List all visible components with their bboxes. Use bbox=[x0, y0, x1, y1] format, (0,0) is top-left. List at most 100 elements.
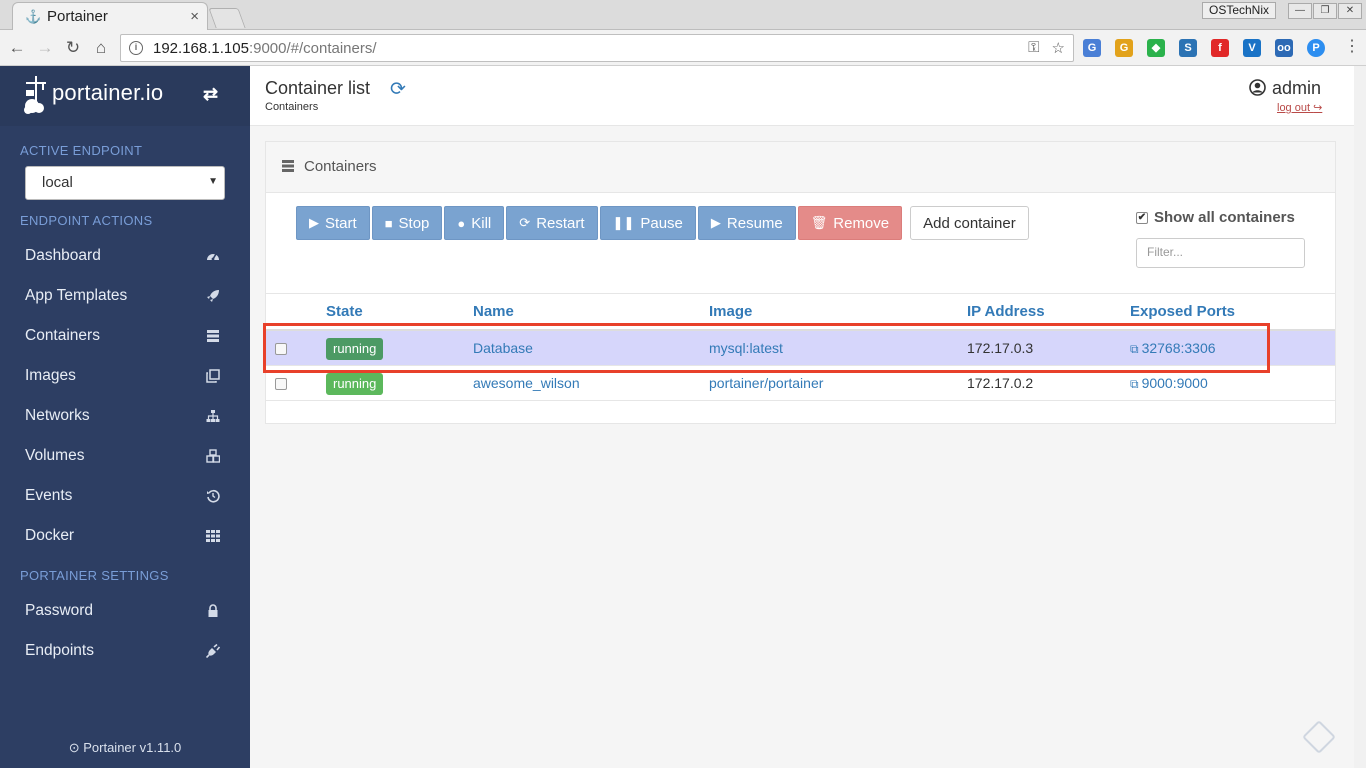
sidebar-item-docker[interactable]: Docker bbox=[0, 516, 250, 556]
browser-tabstrip: ⚓ Portainer × OSTechNix — ❐ ✕ bbox=[0, 0, 1366, 30]
column-state[interactable]: State bbox=[326, 303, 363, 320]
browser-tab[interactable]: ⚓ Portainer × bbox=[12, 2, 208, 30]
brand-name[interactable]: portainer.io bbox=[52, 80, 163, 106]
sign-out-icon: ↪ bbox=[1313, 102, 1323, 114]
maximize-button[interactable]: ❐ bbox=[1313, 3, 1337, 19]
browser-menu-icon[interactable]: ⋮ bbox=[1344, 38, 1360, 56]
sidebar-item-label: App Templates bbox=[25, 287, 128, 304]
new-tab-button[interactable] bbox=[208, 8, 246, 28]
portainer-logo-icon bbox=[24, 76, 46, 114]
containers-table: State Name Image IP Address Exposed Port… bbox=[266, 293, 1335, 401]
tab-title: Portainer bbox=[47, 8, 108, 25]
row-checkbox[interactable] bbox=[275, 343, 287, 355]
button-label: Pause bbox=[640, 214, 683, 232]
reload-icon[interactable]: ↻ bbox=[61, 36, 85, 60]
sidebar-item-app-templates[interactable]: App Templates bbox=[0, 276, 250, 316]
scrollbar[interactable] bbox=[1354, 66, 1366, 768]
endpoint-select[interactable]: local ▼ bbox=[25, 166, 225, 200]
caret-down-icon: ▼ bbox=[208, 176, 218, 187]
logout-link[interactable]: log out ↪ bbox=[1277, 101, 1322, 114]
sidebar-item-events[interactable]: Events bbox=[0, 476, 250, 516]
vimeo-icon[interactable]: V bbox=[1243, 39, 1261, 57]
add-container-button[interactable]: Add container bbox=[910, 206, 1029, 240]
refresh-icon[interactable]: ⟳ bbox=[390, 78, 406, 101]
github-icon: ⊙ bbox=[68, 740, 80, 755]
info-icon[interactable]: i bbox=[129, 41, 143, 55]
button-label: Kill bbox=[471, 214, 492, 232]
pause-button[interactable]: ❚❚ Pause bbox=[599, 206, 696, 240]
kill-button[interactable]: ● Kill bbox=[444, 206, 505, 240]
action-toolbar: ▶ Start ■ Stop ● Kill ⟳ Restart ❚❚ Pause ▶ Res… bbox=[296, 206, 1029, 240]
close-icon[interactable]: × bbox=[190, 8, 199, 25]
filter-input[interactable]: Filter... bbox=[1136, 238, 1305, 268]
start-button[interactable]: ▶ Start bbox=[296, 206, 370, 240]
container-name-link[interactable]: awesome_wilson bbox=[473, 375, 580, 391]
pause-icon: ❚❚ bbox=[612, 215, 635, 230]
username: admin bbox=[1272, 78, 1322, 98]
exchange-icon[interactable]: ⇄ bbox=[203, 84, 218, 105]
plug-icon bbox=[205, 643, 221, 659]
sitemap-icon bbox=[205, 408, 221, 424]
flipboard-icon[interactable]: f bbox=[1211, 39, 1229, 57]
sidebar: portainer.io ⇄ ACTIVE ENDPOINT local ▼ E… bbox=[0, 66, 250, 768]
translate-icon[interactable]: G bbox=[1083, 39, 1101, 57]
home-icon[interactable]: ⌂ bbox=[89, 36, 113, 60]
feedly-icon[interactable]: ◆ bbox=[1147, 39, 1165, 57]
sidebar-item-networks[interactable]: Networks bbox=[0, 396, 250, 436]
close-window-button[interactable]: ✕ bbox=[1338, 3, 1362, 19]
sidebar-item-label: Events bbox=[25, 487, 73, 504]
stop-icon: ■ bbox=[384, 215, 393, 231]
s-extension-icon[interactable]: S bbox=[1179, 39, 1197, 57]
sidebar-item-label: Endpoints bbox=[25, 642, 94, 659]
table-row[interactable]: running Database mysql:latest 172.17.0.3… bbox=[266, 331, 1335, 366]
show-all-checkbox[interactable]: ✔ bbox=[1136, 211, 1148, 224]
sidebar-item-endpoints[interactable]: Endpoints bbox=[0, 631, 250, 671]
exposed-port-link[interactable]: ⧉ 32768:3306 bbox=[1130, 340, 1216, 357]
column-image[interactable]: Image bbox=[709, 303, 752, 320]
url-host: 192.168.1.105 bbox=[153, 39, 249, 57]
minimize-button[interactable]: — bbox=[1288, 3, 1312, 19]
table-header: State Name Image IP Address Exposed Port… bbox=[266, 293, 1335, 331]
glasses-icon[interactable]: oo bbox=[1275, 39, 1293, 57]
p-extension-icon[interactable]: P bbox=[1307, 39, 1325, 57]
star-icon[interactable]: ☆ bbox=[1052, 39, 1065, 57]
server-icon bbox=[282, 160, 294, 172]
dashboard-icon bbox=[205, 248, 221, 264]
sidebar-item-label: Volumes bbox=[25, 447, 85, 464]
ip-address: 172.17.0.2 bbox=[967, 375, 1034, 391]
address-bar[interactable]: i 192.168.1.105:9000/#/containers/ ⚿ ☆ bbox=[120, 34, 1074, 62]
sidebar-item-containers[interactable]: Containers bbox=[0, 316, 250, 356]
resume-button[interactable]: ▶ Resume bbox=[697, 206, 796, 240]
sidebar-item-volumes[interactable]: Volumes bbox=[0, 436, 250, 476]
show-all-label: Show all containers bbox=[1154, 209, 1295, 226]
restart-button[interactable]: ⟳ Restart bbox=[506, 206, 598, 240]
refresh-icon: ⟳ bbox=[519, 215, 531, 230]
stop-button[interactable]: ■ Stop bbox=[371, 206, 443, 240]
browser-toolbar: ← → ↻ ⌂ i 192.168.1.105:9000/#/container… bbox=[0, 30, 1366, 66]
status-badge: running bbox=[326, 373, 384, 395]
main-content: Container list ⟳ Containers admin log ou… bbox=[250, 66, 1366, 768]
back-arrow-icon[interactable]: ← bbox=[5, 36, 29, 60]
forward-arrow-icon[interactable]: → bbox=[33, 36, 57, 60]
status-badge: running bbox=[326, 338, 384, 360]
image-link[interactable]: mysql:latest bbox=[709, 340, 783, 356]
show-all-containers-toggle[interactable]: ✔ Show all containers bbox=[1136, 209, 1295, 226]
play-icon: ▶ bbox=[309, 215, 319, 230]
image-link[interactable]: portainer/portainer bbox=[709, 375, 823, 391]
sidebar-item-images[interactable]: Images bbox=[0, 356, 250, 396]
sidebar-item-password[interactable]: Password bbox=[0, 591, 250, 631]
version-label[interactable]: ⊙ Portainer v1.11.0 bbox=[0, 740, 250, 756]
column-ip-address[interactable]: IP Address bbox=[967, 303, 1045, 320]
remove-button[interactable]: 🗑 Remove bbox=[797, 206, 903, 240]
profile-badge[interactable]: OSTechNix bbox=[1202, 2, 1277, 19]
key-icon[interactable]: ⚿ bbox=[1028, 39, 1039, 57]
server-icon bbox=[205, 328, 221, 344]
container-name-link[interactable]: Database bbox=[473, 340, 533, 356]
row-checkbox[interactable] bbox=[275, 378, 287, 390]
sidebar-item-dashboard[interactable]: Dashboard bbox=[0, 236, 250, 276]
column-name[interactable]: Name bbox=[473, 303, 514, 320]
exposed-port-link[interactable]: ⧉ 9000:9000 bbox=[1130, 375, 1208, 392]
google-extension-icon[interactable]: G bbox=[1115, 39, 1133, 57]
column-exposed-ports[interactable]: Exposed Ports bbox=[1130, 303, 1235, 320]
table-row[interactable]: running awesome_wilson portainer/portain… bbox=[266, 366, 1335, 401]
